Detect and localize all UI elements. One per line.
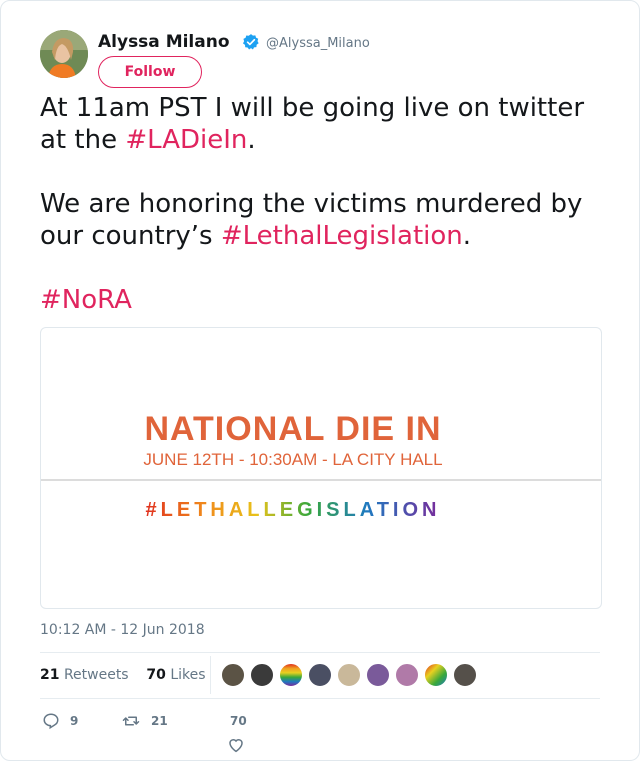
- author-name[interactable]: Alyssa Milano: [98, 32, 230, 52]
- liker-avatar[interactable]: [221, 663, 245, 687]
- liker-avatar[interactable]: [308, 663, 332, 687]
- retweets-stat[interactable]: 21 Retweets: [40, 667, 129, 683]
- hashtag-link-nora[interactable]: #NoRA: [40, 285, 132, 315]
- likes-stat[interactable]: 70 Likes: [146, 667, 205, 683]
- like-count-label[interactable]: 70: [230, 714, 247, 728]
- liker-avatar[interactable]: [424, 663, 448, 687]
- liker-avatar[interactable]: [279, 663, 303, 687]
- tweet-paragraph-2: We are honoring the victims murdered by …: [40, 188, 600, 252]
- avatar[interactable]: [40, 30, 88, 78]
- retweets-label: Retweets: [63, 667, 129, 683]
- tweet-paragraph-1: At 11am PST I will be going live on twit…: [40, 92, 600, 156]
- reply-action[interactable]: 9: [42, 712, 78, 730]
- liker-avatar[interactable]: [337, 663, 361, 687]
- card-hashtag: #LETHALLEGISLATION: [146, 499, 441, 521]
- liker-avatar[interactable]: [453, 663, 477, 687]
- reply-count: 9: [70, 714, 79, 728]
- event-graphic: NATIONAL DIE IN JUNE 12TH - 10:30AM - LA…: [41, 410, 601, 521]
- liker-avatar[interactable]: [395, 663, 419, 687]
- hashtag-link-ladiein[interactable]: #LADieIn: [125, 125, 247, 155]
- likes-label: Likes: [170, 667, 206, 683]
- card-subtitle: JUNE 12TH - 10:30AM - LA CITY HALL: [143, 450, 442, 469]
- like-count: 70: [230, 714, 247, 728]
- retweet-count: 21: [151, 714, 168, 728]
- media-card[interactable]: NATIONAL DIE IN JUNE 12TH - 10:30AM - LA…: [40, 327, 602, 609]
- engagement-stats: 21 Retweets 70 Likes: [40, 667, 206, 683]
- tweet-text-segment: At 11: [40, 93, 109, 123]
- reply-icon: [43, 713, 59, 730]
- card-title: NATIONAL DIE IN: [144, 410, 441, 448]
- tweet-actions: 9 21 70: [40, 710, 340, 754]
- heart-icon[interactable]: [227, 736, 245, 754]
- divider: [40, 698, 600, 699]
- tweet-text-segment: .: [247, 125, 256, 155]
- likes-count: 70: [146, 667, 166, 683]
- retweet-icon: [122, 716, 140, 726]
- retweets-count: 21: [40, 667, 60, 683]
- tweet-text-segment: .: [462, 221, 472, 251]
- tweet-text-segment: am PST I will be going live on twitter a…: [40, 93, 585, 155]
- follow-button[interactable]: Follow: [98, 56, 202, 88]
- tweet-timestamp[interactable]: 10:12 AM - 12 Jun 2018: [40, 622, 205, 638]
- liker-avatar[interactable]: [250, 663, 274, 687]
- author-handle[interactable]: @Alyssa_Milano: [266, 36, 370, 51]
- liker-avatar[interactable]: [366, 663, 390, 687]
- verified-badge-icon: [242, 34, 259, 50]
- retweet-action[interactable]: 21: [121, 712, 168, 730]
- divider: [40, 652, 600, 653]
- stats-separator: [210, 656, 211, 694]
- tweet-text: At 11am PST I will be going live on twit…: [40, 92, 600, 316]
- hashtag-link-lethallegislation[interactable]: #LethalLegislation: [221, 221, 463, 251]
- tweet-paragraph-3: #NoRA: [40, 284, 600, 316]
